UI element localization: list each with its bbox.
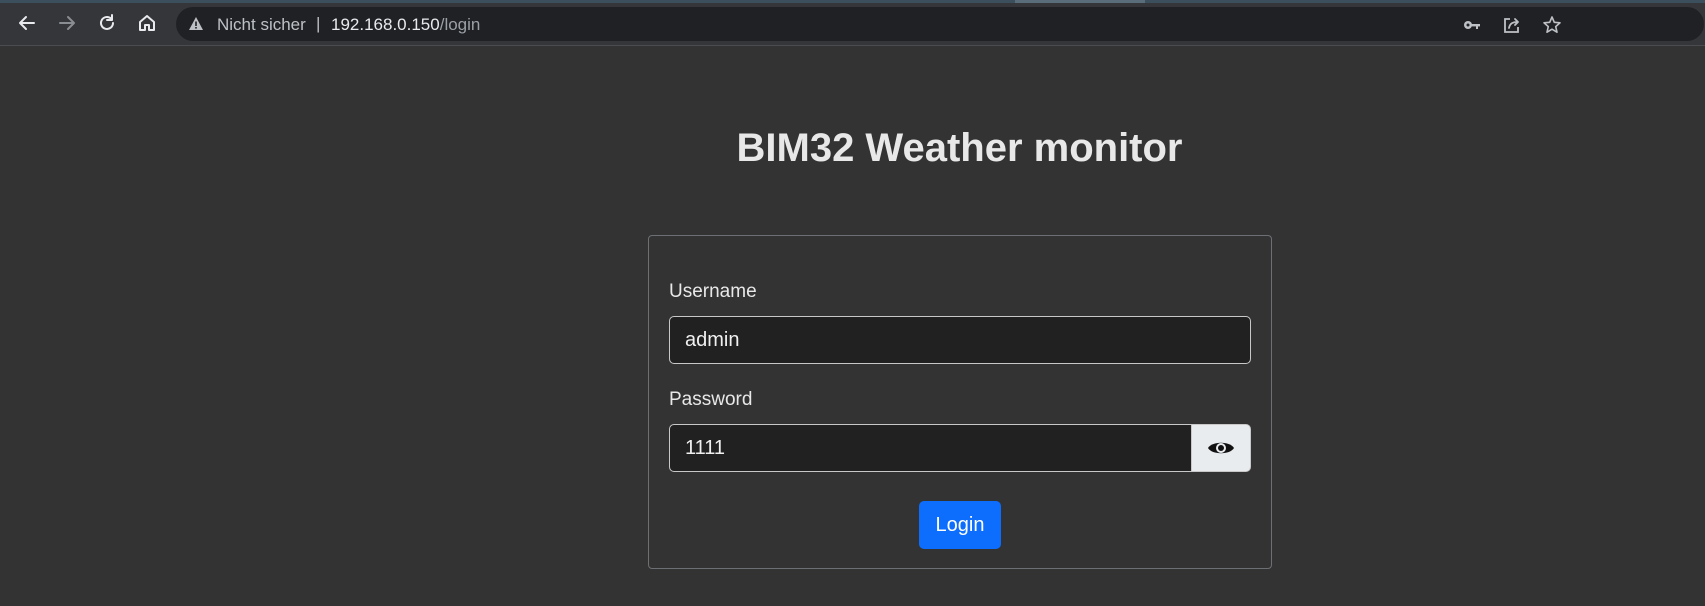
show-password-button[interactable] <box>1192 424 1251 472</box>
back-button[interactable] <box>12 8 42 38</box>
star-icon[interactable] <box>1542 15 1562 35</box>
page-title: BIM32 Weather monitor <box>736 126 1183 170</box>
forward-button[interactable] <box>52 8 82 38</box>
address-bar[interactable]: Nicht sicher | 192.168.0.150/login <box>176 7 1704 41</box>
share-icon[interactable] <box>1502 15 1522 35</box>
url-path: /login <box>439 15 481 34</box>
username-field[interactable] <box>669 316 1251 364</box>
login-form: Username Password Login <box>648 235 1272 569</box>
tab-strip <box>0 0 1705 3</box>
url-separator: | <box>316 14 321 33</box>
url-host: 192.168.0.150 <box>331 15 440 34</box>
reload-button[interactable] <box>92 8 122 38</box>
key-icon[interactable] <box>1462 15 1482 35</box>
back-arrow-icon <box>19 16 35 30</box>
password-label: Password <box>669 389 753 410</box>
username-label: Username <box>669 281 757 302</box>
home-icon <box>139 15 155 31</box>
password-field[interactable] <box>669 424 1192 472</box>
warning-triangle-icon[interactable] <box>188 16 204 37</box>
reload-icon <box>100 14 114 30</box>
active-tab-indicator <box>1015 0 1145 3</box>
home-button[interactable] <box>132 8 162 38</box>
browser-toolbar: Nicht sicher | 192.168.0.150/login <box>0 0 1705 46</box>
login-button[interactable]: Login <box>919 501 1001 549</box>
url-text[interactable]: 192.168.0.150/login <box>331 15 480 35</box>
security-status[interactable]: Nicht sicher <box>217 15 306 35</box>
forward-arrow-icon <box>59 16 75 30</box>
eye-icon <box>1208 442 1234 454</box>
